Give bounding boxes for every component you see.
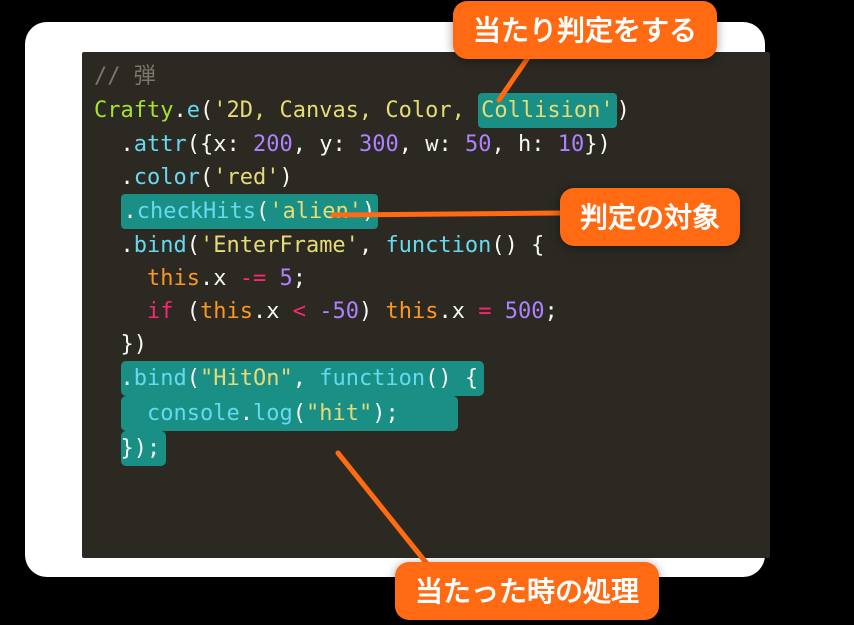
highlight-checkhits: .checkHits('alien') xyxy=(121,194,379,229)
code-line-11: }); xyxy=(94,431,758,466)
code-line-6: this.x -= 5; xyxy=(94,262,758,295)
callout-collision-check: 当たり判定をする xyxy=(453,1,717,59)
highlight-hiton-line1: .bind("HitOn", function() { xyxy=(121,361,485,396)
code-line-1: Crafty.e('2D, Canvas, Color, Collision') xyxy=(94,93,758,128)
highlight-collision: Collision' xyxy=(478,93,616,128)
code-line-7: if (this.x < -50) this.x = 500; xyxy=(94,295,758,328)
highlight-hiton-line2: console.log("hit"); xyxy=(121,396,458,431)
code-line-9: .bind("HitOn", function() { xyxy=(94,361,758,396)
code-line-2: .attr({x: 200, y: 300, w: 50, h: 10}) xyxy=(94,128,758,161)
code-comment: // 弾 xyxy=(94,64,156,89)
code-line-8: }) xyxy=(94,328,758,361)
code-line-10: console.log("hit"); xyxy=(94,396,758,431)
callout-on-hit: 当たった時の処理 xyxy=(395,562,659,620)
highlight-hiton-line3: }); xyxy=(121,431,167,466)
callout-target: 判定の対象 xyxy=(560,188,740,246)
code-panel: // 弾 Crafty.e('2D, Canvas, Color, Collis… xyxy=(82,52,770,558)
